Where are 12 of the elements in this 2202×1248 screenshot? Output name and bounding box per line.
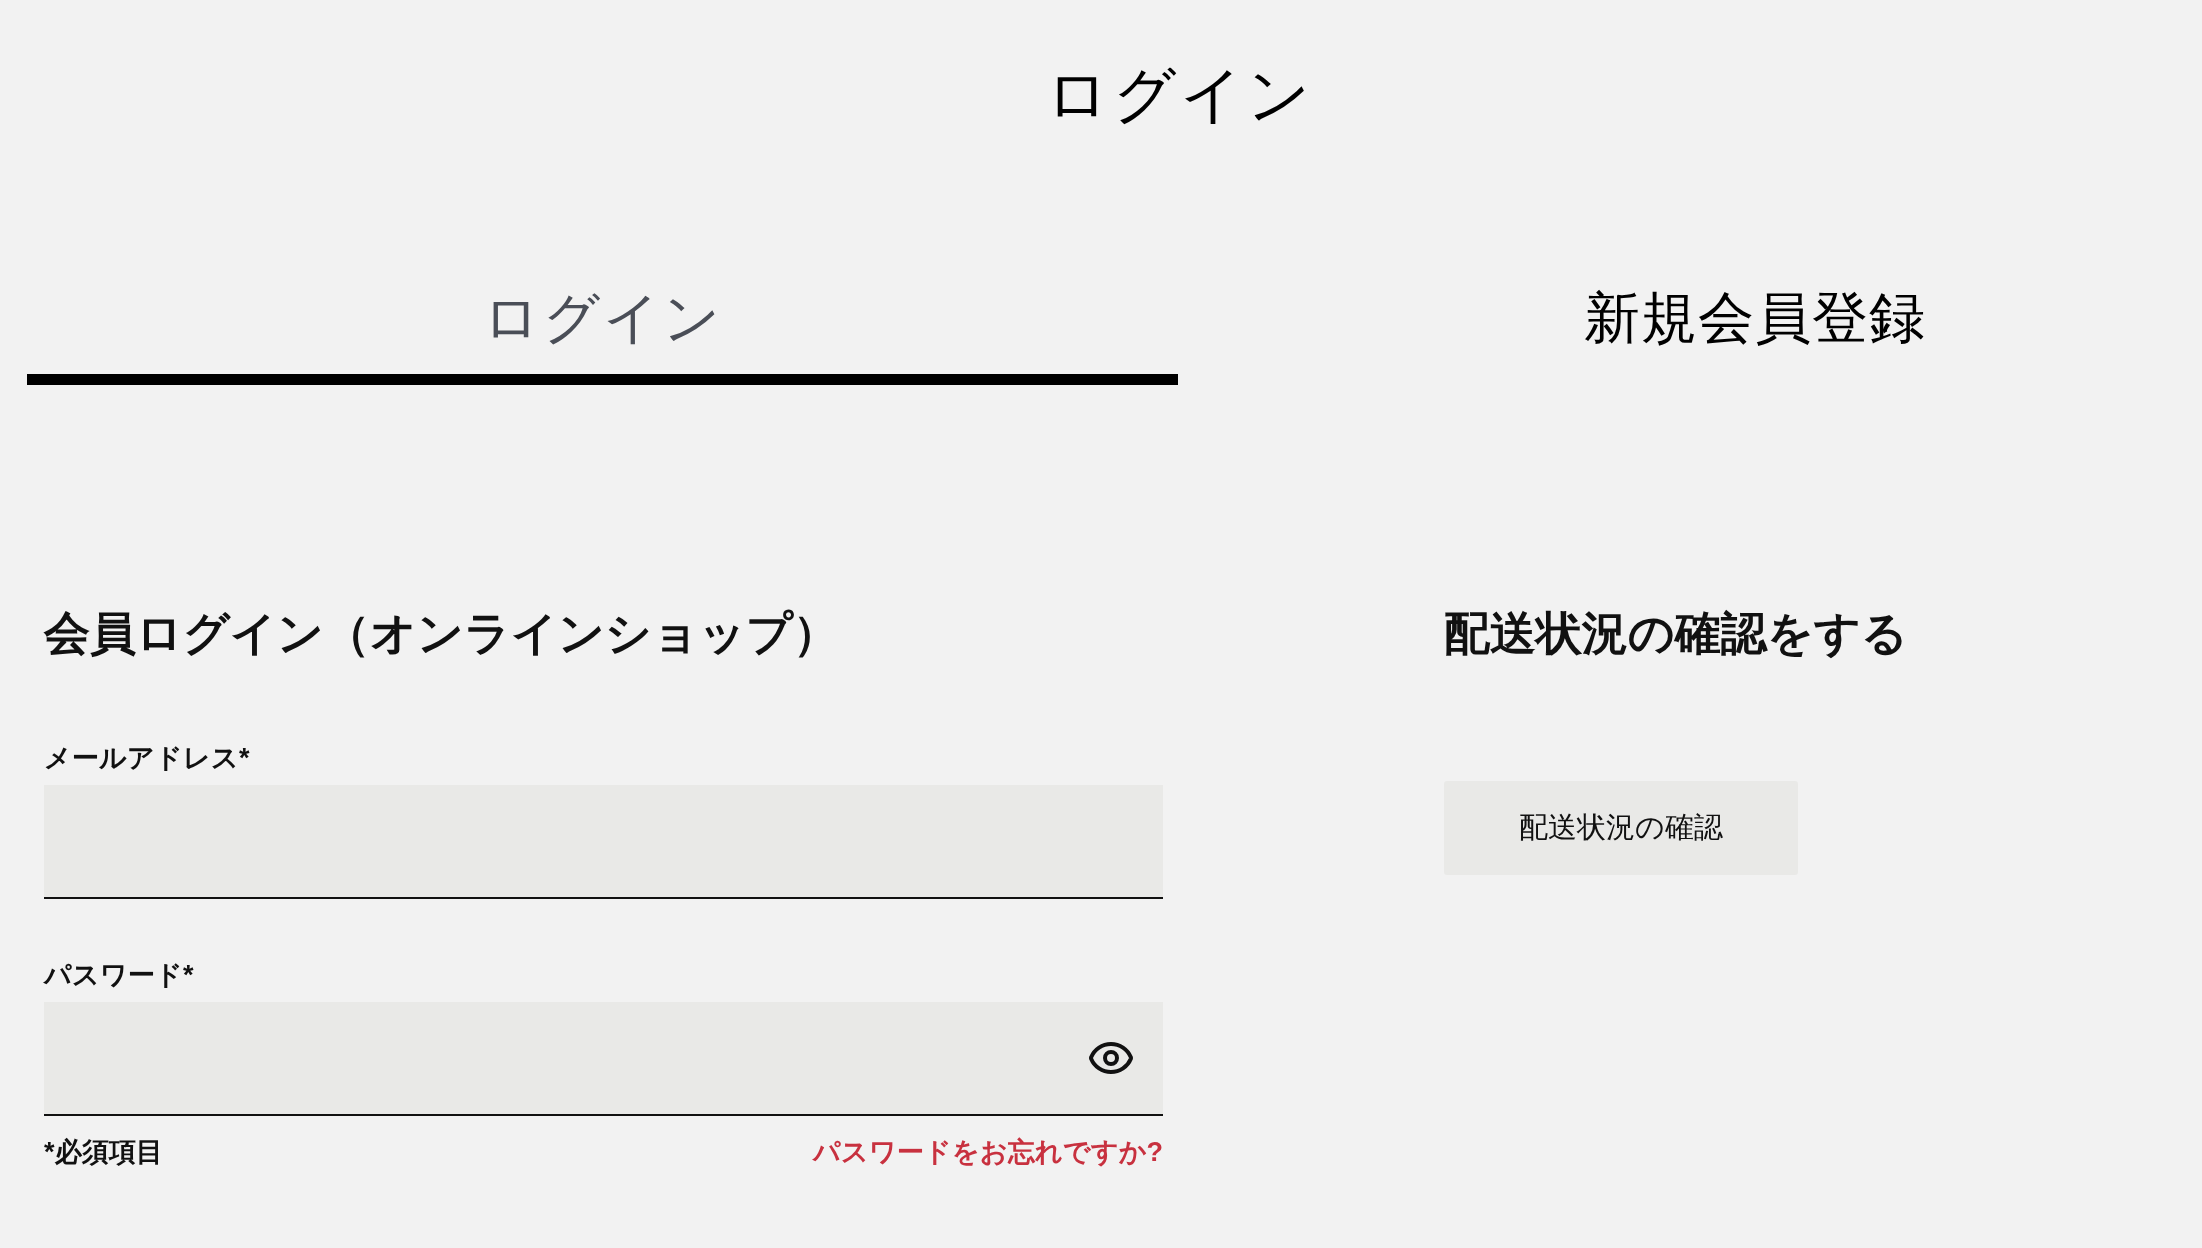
delivery-status-button[interactable]: 配送状況の確認 bbox=[1444, 781, 1798, 875]
field-label: パスワード* bbox=[44, 959, 194, 992]
password-field[interactable] bbox=[44, 1002, 1163, 1116]
section-heading: 配送状況の確認をする bbox=[1444, 606, 1908, 660]
tab[interactable]: ログイン bbox=[27, 288, 1178, 385]
forgot-password-link[interactable]: パスワードをお忘れですか? bbox=[812, 1135, 1163, 1169]
section-heading: 会員ログイン（オンラインショップ） bbox=[44, 606, 839, 660]
required-note: *必須項目 bbox=[44, 1136, 163, 1169]
page-title: ログイン bbox=[1046, 64, 1314, 126]
email-field[interactable] bbox=[44, 785, 1163, 899]
field-label: メールアドレス* bbox=[44, 742, 250, 775]
tab[interactable]: 新規会員登録 bbox=[1178, 288, 2202, 385]
